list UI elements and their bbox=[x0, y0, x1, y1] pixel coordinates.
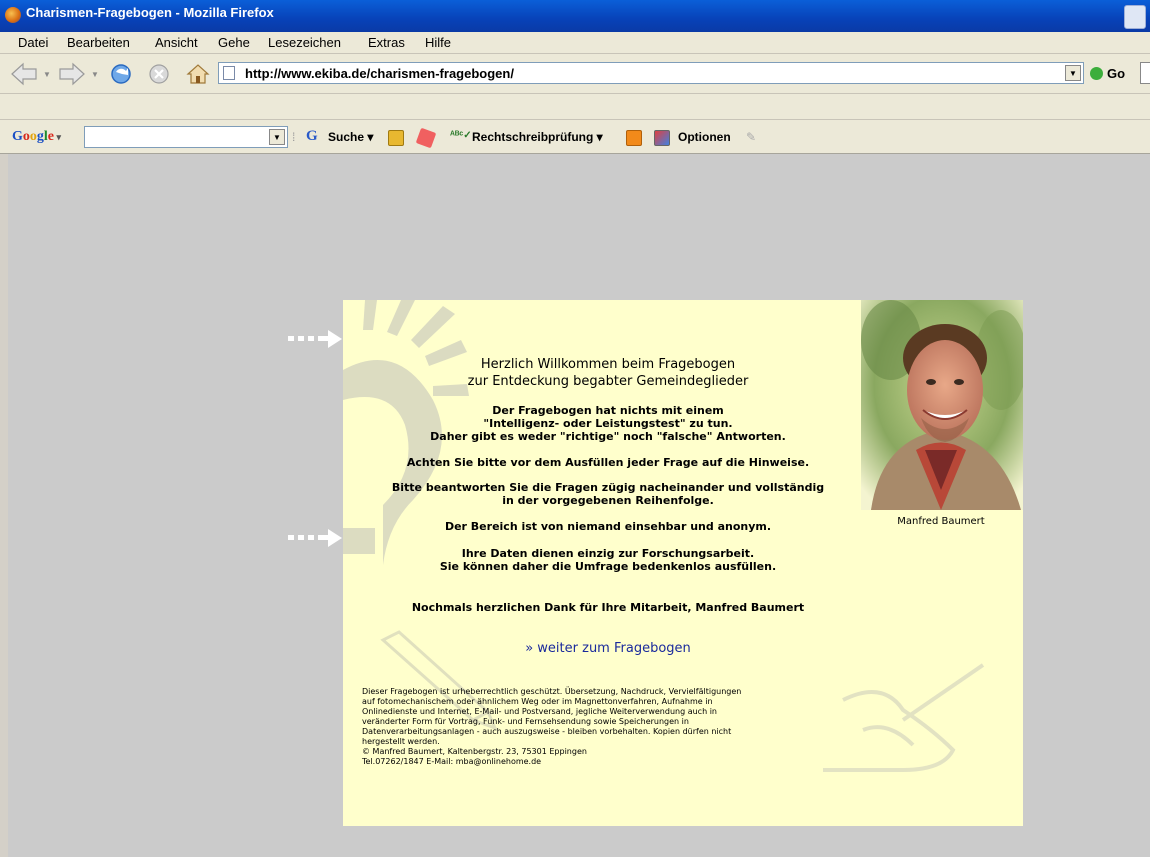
back-dropdown-icon[interactable]: ▼ bbox=[43, 70, 51, 79]
paragraph-research: Ihre Daten dienen einzig zur Forschungsa… bbox=[373, 547, 843, 573]
options-icon[interactable] bbox=[654, 130, 670, 146]
paragraph-line: in der vorgegebenen Reihenfolge. bbox=[502, 494, 714, 507]
menu-bar: Datei Bearbeiten Ansicht Gehe Lesezeiche… bbox=[0, 32, 1150, 54]
options-button[interactable]: Optionen bbox=[678, 130, 731, 144]
copyright-line: hergestellt werden. bbox=[362, 737, 440, 746]
blogger-icon[interactable] bbox=[626, 130, 642, 146]
paragraph-line: Der Fragebogen hat nichts mit einem bbox=[492, 404, 724, 417]
paragraph-not-a-test: Der Fragebogen hat nichts mit einem "Int… bbox=[373, 404, 843, 443]
home-icon[interactable] bbox=[186, 62, 210, 86]
menu-item-gehe[interactable]: Gehe bbox=[218, 35, 250, 50]
stop-icon[interactable] bbox=[148, 62, 170, 86]
photo-caption: Manfred Baumert bbox=[897, 516, 985, 527]
google-search-input[interactable]: ▼ bbox=[84, 126, 288, 148]
paragraph-hints: Achten Sie bitte vor dem Ausfüllen jeder… bbox=[406, 456, 810, 469]
spellcheck-button[interactable]: Rechtschreibprüfung ▾ bbox=[472, 130, 603, 144]
menu-item-lesezeichen[interactable]: Lesezeichen bbox=[268, 35, 341, 50]
paragraph-line: Daher gibt es weder "richtige" noch "fal… bbox=[430, 430, 786, 443]
copyright-line: Dieser Fragebogen ist urheberrechtlich g… bbox=[362, 687, 742, 696]
page-icon bbox=[223, 66, 235, 80]
google-toolbar: Google ▾ ▼ ⁞ G Suche ▾ ᴬᴮᶜ✓ Rechtschreib… bbox=[0, 120, 1150, 154]
menu-item-datei[interactable]: Datei bbox=[18, 35, 48, 50]
separator-icon: ⁞ bbox=[292, 130, 296, 144]
news-icon[interactable] bbox=[388, 130, 404, 146]
thanks-text: Nochmals herzlichen Dank für Ihre Mitarb… bbox=[411, 601, 805, 614]
author-photo bbox=[861, 300, 1023, 510]
copyright-line: auf fotomechanischem oder ähnlichem Weg … bbox=[362, 697, 713, 706]
url-text[interactable]: http://www.ekiba.de/charismen-fragebogen… bbox=[245, 66, 514, 81]
welcome-panel: Herzlich Willkommen beim Fragebogen zur … bbox=[343, 300, 1023, 826]
empty-toolbar bbox=[0, 94, 1150, 120]
go-icon bbox=[1090, 67, 1103, 80]
arrow-decoration-icon bbox=[288, 529, 342, 547]
copyright-line: veränderter Form für Vortrag, Funk- und … bbox=[362, 717, 689, 726]
navigation-toolbar: ▼ ▼ http://www.ekiba.de/charismen-frageb… bbox=[0, 54, 1150, 94]
window-control-button[interactable] bbox=[1124, 5, 1146, 29]
paragraph-answer-quickly: Bitte beantworten Sie die Fragen zügig n… bbox=[373, 481, 843, 507]
menu-item-hilfe[interactable]: Hilfe bbox=[425, 35, 451, 50]
back-arrow-icon[interactable] bbox=[10, 62, 38, 86]
search-box-edge[interactable] bbox=[1140, 62, 1150, 84]
heading-line: Herzlich Willkommen beim Fragebogen bbox=[480, 357, 736, 372]
address-dropdown-icon[interactable]: ▼ bbox=[1065, 65, 1081, 81]
paragraph-line: Sie können daher die Umfrage bedenkenlos… bbox=[439, 560, 777, 573]
paragraph-line: "Intelligenz- oder Leistungstest" zu tun… bbox=[483, 417, 733, 430]
heading-line: zur Entdeckung begabter Gemeindeglieder bbox=[467, 374, 749, 389]
paragraph-anonymous: Der Bereich ist von niemand einsehbar un… bbox=[444, 520, 772, 533]
copyright-line: © Manfred Baumert, Kaltenbergstr. 23, 75… bbox=[362, 747, 587, 756]
menu-item-bearbeiten[interactable]: Bearbeiten bbox=[67, 35, 130, 50]
window-title: Charismen-Fragebogen - Mozilla Firefox bbox=[26, 5, 274, 20]
highlighter-icon[interactable]: ✎ bbox=[746, 130, 756, 144]
go-label: Go bbox=[1107, 66, 1126, 81]
spellcheck-icon[interactable]: ᴬᴮᶜ✓ bbox=[450, 130, 472, 141]
forward-dropdown-icon[interactable]: ▼ bbox=[91, 70, 99, 79]
window-titlebar: Charismen-Fragebogen - Mozilla Firefox bbox=[0, 0, 1150, 32]
forward-arrow-icon[interactable] bbox=[58, 62, 86, 86]
google-search-dropdown-icon[interactable]: ▼ bbox=[269, 129, 285, 145]
reload-icon[interactable] bbox=[108, 62, 134, 86]
copyright-line: Datenverarbeitungsanlagen - auch auszugs… bbox=[362, 727, 732, 736]
copyright-notice: Dieser Fragebogen ist urheberrechtlich g… bbox=[362, 687, 862, 767]
popup-blocker-icon[interactable] bbox=[415, 127, 437, 149]
paragraph-line: Bitte beantworten Sie die Fragen zügig n… bbox=[391, 481, 825, 494]
continue-to-questionnaire-link[interactable]: » weiter zum Fragebogen bbox=[373, 641, 843, 656]
paragraph-line: Ihre Daten dienen einzig zur Forschungsa… bbox=[461, 547, 755, 560]
google-g-icon[interactable]: G bbox=[306, 128, 318, 145]
address-bar[interactable]: http://www.ekiba.de/charismen-fragebogen… bbox=[218, 62, 1084, 84]
google-search-button[interactable]: Suche ▾ bbox=[328, 130, 373, 144]
copyright-line: Onlinedienste und Internet, E-Mail- und … bbox=[362, 707, 717, 716]
menu-item-extras[interactable]: Extras bbox=[368, 35, 405, 50]
firefox-icon bbox=[5, 7, 21, 23]
menu-item-ansicht[interactable]: Ansicht bbox=[155, 35, 198, 50]
welcome-heading: Herzlich Willkommen beim Fragebogen zur … bbox=[373, 356, 843, 390]
go-button[interactable]: Go bbox=[1090, 66, 1125, 81]
google-logo[interactable]: Google ▾ bbox=[12, 129, 61, 145]
arrow-decoration-icon bbox=[288, 330, 342, 348]
copyright-line: Tel.07262/1847 E-Mail: mba@onlinehome.de bbox=[362, 757, 542, 766]
